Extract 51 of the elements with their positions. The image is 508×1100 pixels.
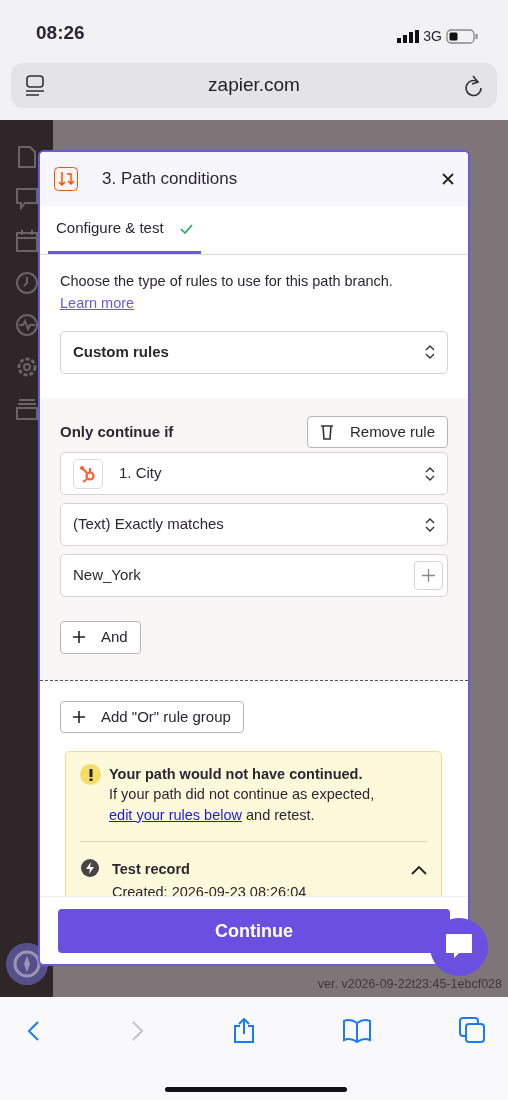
trash-icon — [319, 423, 334, 440]
network-label: 3G — [423, 27, 442, 46]
layers-icon[interactable] — [15, 398, 38, 420]
back-icon[interactable] — [26, 1020, 42, 1043]
chat-icon — [446, 934, 472, 960]
continue-button[interactable]: Continue — [58, 909, 450, 953]
and-button[interactable]: And — [60, 621, 141, 654]
edit-rules-link[interactable]: edit your rules below — [109, 806, 242, 823]
lightning-icon — [80, 857, 100, 878]
group-heading: Only continue if — [60, 421, 174, 442]
plus-icon — [73, 631, 85, 644]
activity-icon[interactable] — [15, 314, 38, 336]
status-time: 08:26 — [36, 20, 85, 45]
chevron-updown-icon — [425, 344, 435, 360]
path-icon — [54, 167, 78, 191]
rule-type-select[interactable]: Custom rules — [60, 330, 448, 374]
insert-button[interactable] — [414, 561, 443, 590]
intro-text: Choose the type of rules to use for this path branch. — [60, 273, 393, 289]
signal-icon — [397, 30, 420, 43]
remove-rule-button[interactable]: Remove rule — [306, 415, 448, 448]
settings-icon[interactable] — [15, 356, 38, 378]
learn-more-link[interactable]: Learn more — [60, 294, 135, 311]
bookmarks-icon[interactable] — [342, 1017, 373, 1044]
configure-tab[interactable]: Configure & test — [48, 206, 201, 254]
warning-icon — [80, 764, 101, 785]
share-icon[interactable] — [231, 1017, 256, 1044]
url-text[interactable]: zapier.com — [208, 71, 300, 100]
condition-select[interactable]: (Text) Exactly matches — [60, 503, 448, 546]
alert-title: Your path would not have continued. — [109, 765, 364, 784]
alert-message: If your path did not continue as expected, edit your rules below and retest. — [109, 785, 376, 825]
clock-icon[interactable] — [15, 272, 38, 294]
plus-icon — [422, 569, 435, 582]
field-select[interactable]: 1. City — [60, 452, 448, 495]
dialog-title: 3. Path conditions — [102, 168, 239, 191]
chat-icon[interactable] — [15, 188, 38, 210]
plus-icon — [73, 710, 85, 723]
reader-icon[interactable] — [25, 74, 45, 97]
chevron-updown-icon — [425, 516, 435, 533]
calendar-icon[interactable] — [15, 230, 38, 252]
app-icon — [73, 458, 103, 489]
add-or-group-button[interactable]: Add "Or" rule group — [60, 700, 244, 733]
battery-icon — [446, 29, 478, 44]
value-field[interactable]: New_York — [60, 554, 448, 597]
chevron-up-icon[interactable] — [411, 865, 427, 876]
chevron-updown-icon — [425, 465, 435, 482]
version-text: ver. v2026-09-22t23:45-1ebcf028 — [317, 976, 502, 994]
close-icon[interactable] — [442, 173, 454, 185]
test-record-title: Test record — [112, 859, 190, 879]
tabs-icon[interactable] — [459, 1017, 486, 1044]
document-icon[interactable] — [17, 146, 36, 168]
reload-icon[interactable] — [463, 74, 483, 97]
